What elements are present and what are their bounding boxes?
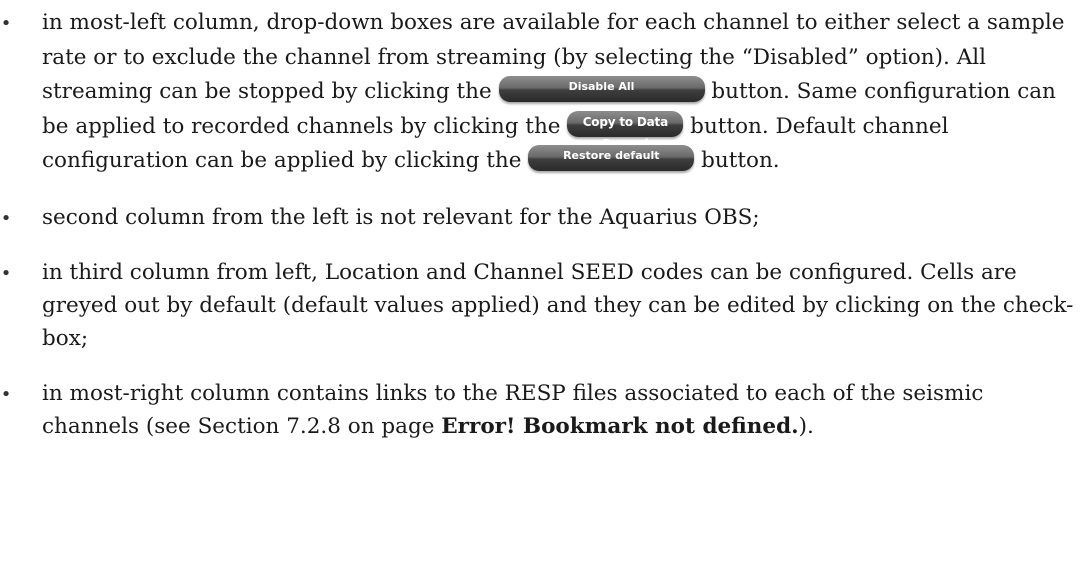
bullet-icon: • [0,207,12,229]
bullet-icon: • [0,383,12,405]
list-item-second-column: • second column from the left is not rel… [0,201,1077,234]
bullet-icon: • [0,262,12,284]
item-text: in third column from left, Location and … [42,259,1074,351]
bookmark-error-text: Error! Bookmark not defined. [441,413,799,439]
bullet-list: • in most-left column, drop-down boxes a… [0,6,1077,443]
restore-default-button: Restore default [528,145,695,171]
item-text: button. [694,148,780,173]
bullet-icon: • [0,13,12,34]
item-text: second column from the left is not relev… [42,204,760,230]
item-text: ). [798,413,814,439]
list-item-resp-files: • in most-right column contains links to… [0,377,1077,443]
disable-all-button: Disable All [498,76,705,102]
copy-to-data-record-button: Copy to Data Record [567,110,684,151]
list-item-seed-codes: • in third column from left, Location an… [0,256,1077,355]
document-page: • in most-left column, drop-down boxes a… [0,0,1091,582]
list-item-channel-sample-rate: • in most-left column, drop-down boxes a… [0,6,1077,179]
